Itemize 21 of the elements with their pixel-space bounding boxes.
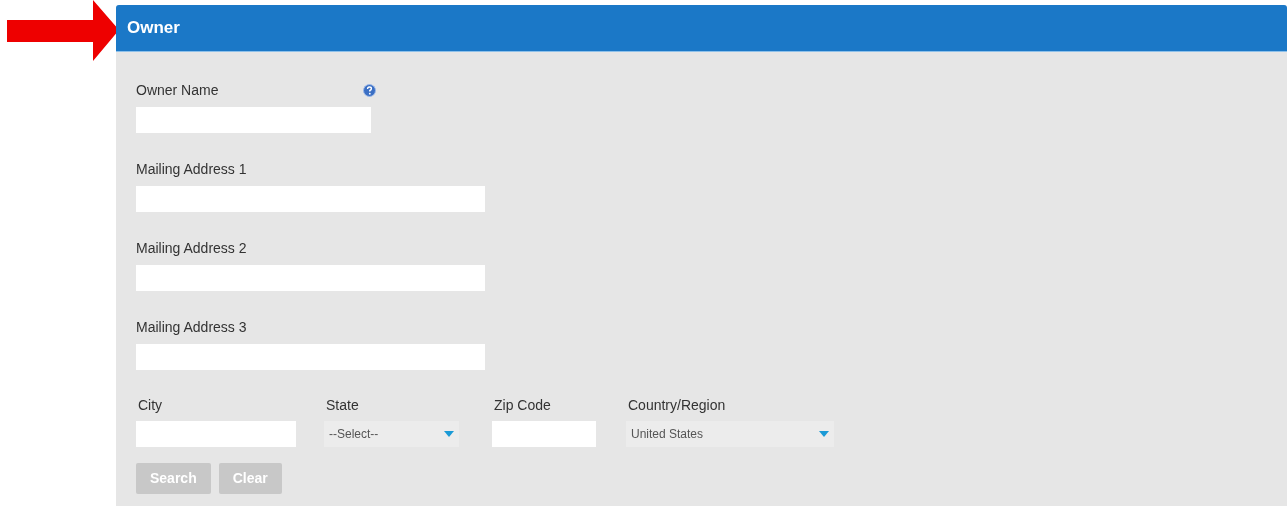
address-field[interactable] xyxy=(136,265,485,291)
field-label: Mailing Address 1 xyxy=(136,160,248,179)
field-label: City xyxy=(137,396,164,415)
owner-name-field[interactable] xyxy=(136,107,371,133)
caret-icon xyxy=(444,431,454,437)
caret-icon xyxy=(819,431,829,437)
field-label: Mailing Address 2 xyxy=(136,239,248,258)
field-label: Owner Name xyxy=(136,81,219,100)
dropdown[interactable]: --Select-- xyxy=(324,421,459,447)
field-label: Country/Region xyxy=(627,396,727,415)
address-field[interactable] xyxy=(136,186,485,212)
panel-title: Owner xyxy=(127,17,180,40)
address-field[interactable] xyxy=(136,344,485,370)
help-icon[interactable] xyxy=(363,84,376,97)
dropdown[interactable]: United States xyxy=(626,421,834,447)
field-label: Mailing Address 3 xyxy=(136,318,248,337)
field-label: Zip Code xyxy=(493,396,552,415)
arrow-icon xyxy=(7,0,119,61)
text-field[interactable] xyxy=(492,421,596,447)
field-label: State xyxy=(325,396,360,415)
text-field[interactable] xyxy=(136,421,296,447)
